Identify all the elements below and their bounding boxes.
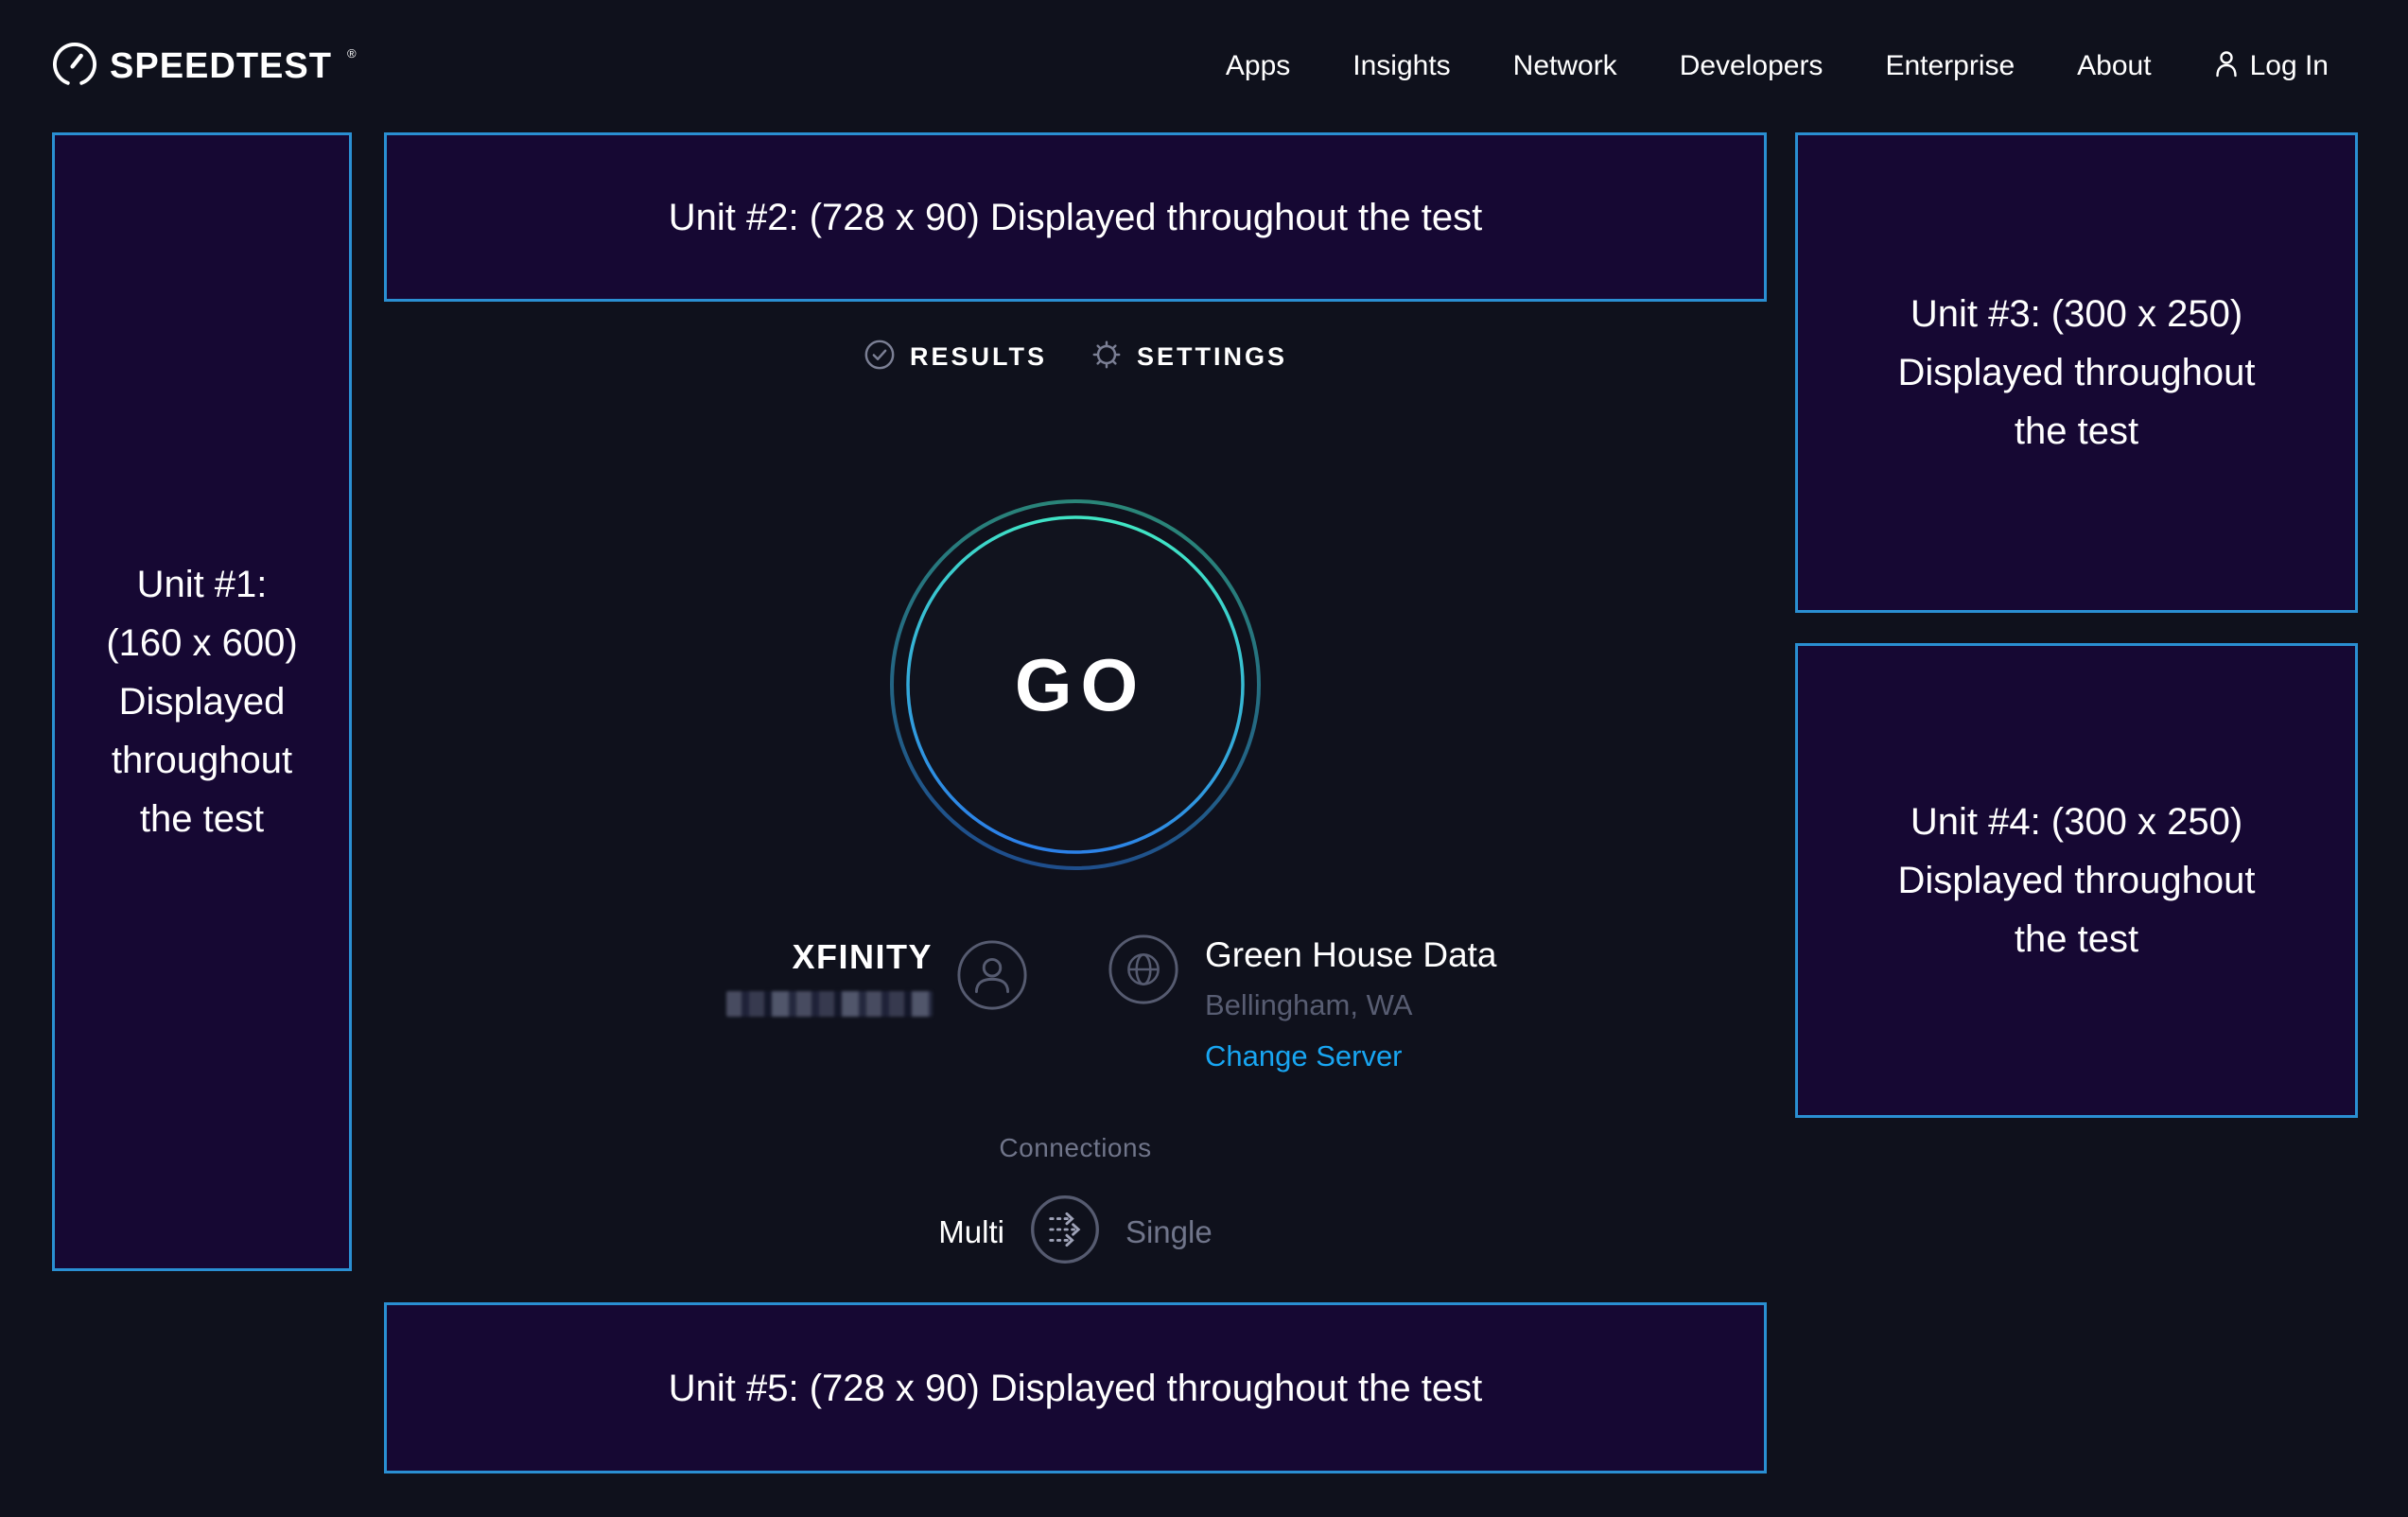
connections-toggle: Connections Multi Single (792, 1133, 1359, 1272)
nav-item-insights[interactable]: Insights (1352, 50, 1450, 82)
nav-item-network[interactable]: Network (1513, 50, 1617, 82)
tab-settings-label: SETTINGS (1137, 342, 1287, 372)
ad-unit-1[interactable]: Unit #1: (160 x 600) Displayed throughou… (52, 132, 352, 1271)
change-server-link[interactable]: Change Server (1205, 1039, 1403, 1073)
redacted-ip (726, 991, 933, 1017)
gauge-logo-icon (53, 43, 96, 91)
go-button[interactable]: GO (886, 496, 1265, 874)
logo-wordmark: SPEEDTEST (110, 46, 332, 87)
ad-unit-2[interactable]: Unit #2: (728 x 90) Displayed throughout… (384, 132, 1767, 302)
go-label: GO (886, 496, 1265, 874)
login-button[interactable]: Log In (2214, 49, 2329, 84)
nav-item-apps[interactable]: Apps (1226, 50, 1290, 82)
ad-unit-3[interactable]: Unit #3: (300 x 250) Displayed throughou… (1795, 132, 2358, 613)
check-circle-icon (864, 339, 896, 375)
connections-multi-option[interactable]: Multi (938, 1214, 1004, 1250)
tab-settings[interactable]: SETTINGS (1091, 339, 1287, 375)
multi-connection-arrows-icon[interactable] (1027, 1192, 1103, 1272)
top-nav-bar: SPEEDTEST ® Apps Insights Network Develo… (0, 0, 2408, 132)
isp-name: XFINITY (792, 938, 933, 976)
ad-unit-4-label: Unit #4: (300 x 250) Displayed throughou… (1873, 793, 2280, 968)
main-nav: Apps Insights Network Developers Enterpr… (1226, 49, 2329, 84)
server-name: Green House Data (1205, 936, 1497, 975)
nav-item-about[interactable]: About (2077, 50, 2151, 82)
speedtest-logo[interactable]: SPEEDTEST ® (53, 43, 357, 91)
trademark-mark: ® (347, 46, 357, 61)
ad-unit-2-label: Unit #2: (728 x 90) Displayed throughout… (669, 188, 1483, 247)
tab-results-label: RESULTS (910, 342, 1047, 372)
ad-unit-4[interactable]: Unit #4: (300 x 250) Displayed throughou… (1795, 643, 2358, 1118)
nav-item-enterprise[interactable]: Enterprise (1885, 50, 2015, 82)
results-settings-tabs: RESULTS (792, 339, 1359, 375)
server-location: Bellingham, WA (1205, 988, 1412, 1022)
ad-unit-3-label: Unit #3: (300 x 250) Displayed throughou… (1873, 285, 2280, 461)
isp-info: XFINITY (726, 933, 1029, 1017)
tab-results[interactable]: RESULTS (864, 339, 1047, 375)
login-label: Log In (2250, 50, 2329, 82)
connections-title: Connections (999, 1133, 1151, 1163)
gear-icon (1091, 339, 1123, 375)
nav-item-developers[interactable]: Developers (1680, 50, 1823, 82)
ad-unit-1-label: Unit #1: (160 x 600) Displayed throughou… (89, 555, 315, 848)
user-icon (2214, 49, 2239, 84)
speedtest-page: SPEEDTEST ® Apps Insights Network Develo… (0, 0, 2408, 1517)
avatar-icon (955, 938, 1029, 1017)
connections-single-option[interactable]: Single (1125, 1214, 1213, 1250)
ad-unit-5[interactable]: Unit #5: (728 x 90) Displayed throughout… (384, 1302, 1767, 1473)
server-info: Green House Data Bellingham, WA Change S… (1107, 933, 1497, 1073)
globe-icon (1107, 933, 1180, 1011)
ad-unit-5-label: Unit #5: (728 x 90) Displayed throughout… (669, 1359, 1483, 1418)
